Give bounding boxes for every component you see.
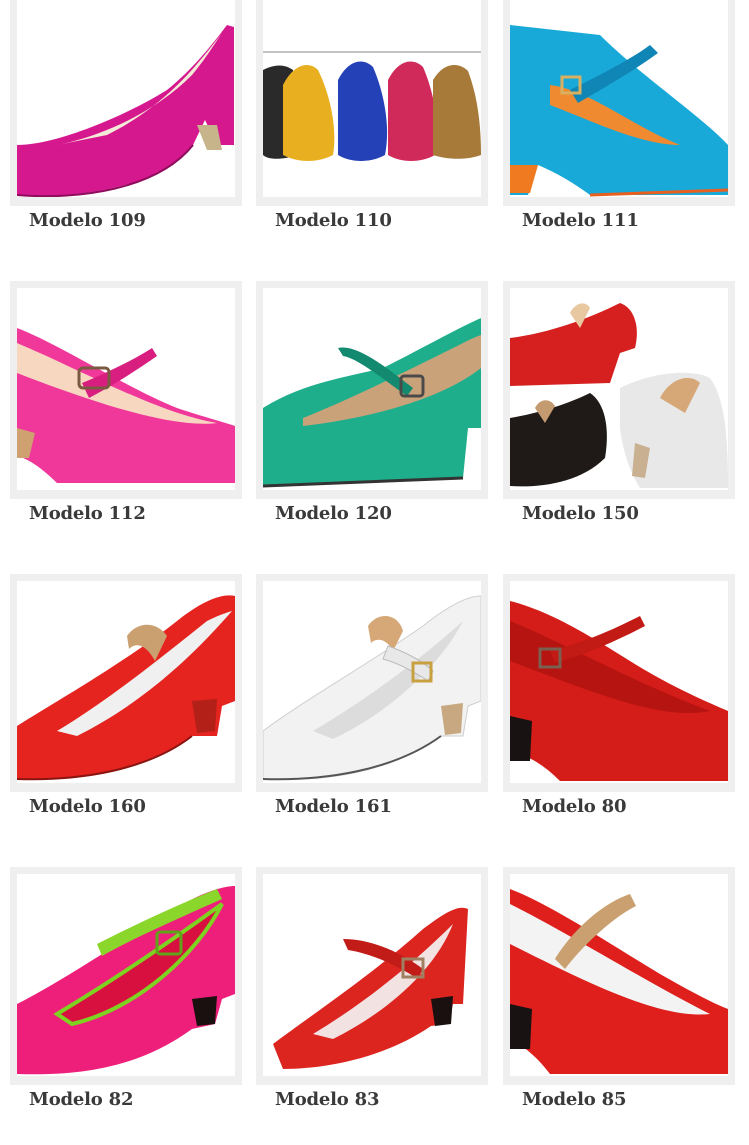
- pink-court-shoe-image: [17, 25, 234, 197]
- product-card-80[interactable]: Modelo 80: [503, 574, 735, 844]
- product-name[interactable]: Modelo 150: [522, 503, 639, 524]
- product-name[interactable]: Modelo 160: [29, 796, 146, 817]
- product-card-161[interactable]: Modelo 161: [256, 574, 488, 844]
- product-name[interactable]: Modelo 111: [522, 210, 639, 231]
- red-elastic-shoe-image: [510, 889, 728, 1074]
- product-photo[interactable]: [510, 288, 728, 490]
- product-image-frame[interactable]: [256, 574, 488, 792]
- product-photo[interactable]: [510, 0, 728, 197]
- product-card-111[interactable]: Modelo 111: [503, 0, 735, 258]
- product-name[interactable]: Modelo 120: [275, 503, 392, 524]
- product-image-frame[interactable]: [256, 0, 488, 206]
- product-image-frame[interactable]: [10, 281, 242, 499]
- product-image-frame[interactable]: [503, 281, 735, 499]
- product-name[interactable]: Modelo 80: [522, 796, 627, 817]
- product-photo[interactable]: [263, 874, 481, 1076]
- product-card-110[interactable]: Modelo 110: [256, 0, 488, 258]
- product-image-frame[interactable]: [503, 867, 735, 1085]
- product-photo[interactable]: [17, 288, 235, 490]
- product-photo[interactable]: [263, 288, 481, 490]
- product-grid: Modelo 109 Modelo 110 Modelo 111 Modelo …: [0, 0, 749, 1145]
- white-strap-shoe-image: [263, 595, 481, 781]
- red-black-white-elastic-shoes-image: [510, 303, 728, 488]
- multicolor-shoes-image: [263, 51, 481, 161]
- product-image-frame[interactable]: [256, 867, 488, 1085]
- green-strap-shoe-image: [263, 318, 481, 488]
- turquoise-strap-shoe-image: [510, 25, 728, 197]
- product-photo[interactable]: [17, 581, 235, 783]
- pink-green-strap-shoe-image: [17, 886, 235, 1075]
- product-image-frame[interactable]: [503, 574, 735, 792]
- product-name[interactable]: Modelo 83: [275, 1089, 380, 1110]
- product-photo[interactable]: [17, 874, 235, 1076]
- product-card-82[interactable]: Modelo 82: [10, 867, 242, 1137]
- product-card-85[interactable]: Modelo 85: [503, 867, 735, 1137]
- product-image-frame[interactable]: [503, 0, 735, 206]
- product-photo[interactable]: [510, 581, 728, 783]
- product-name[interactable]: Modelo 85: [522, 1089, 627, 1110]
- product-photo[interactable]: [17, 0, 235, 197]
- product-name[interactable]: Modelo 82: [29, 1089, 134, 1110]
- product-name[interactable]: Modelo 161: [275, 796, 392, 817]
- product-card-83[interactable]: Modelo 83: [256, 867, 488, 1137]
- product-card-120[interactable]: Modelo 120: [256, 281, 488, 551]
- product-name[interactable]: Modelo 110: [275, 210, 392, 231]
- red-elastic-shoe-image: [17, 595, 235, 781]
- product-card-109[interactable]: Modelo 109: [10, 0, 242, 258]
- product-image-frame[interactable]: [256, 281, 488, 499]
- product-photo[interactable]: [263, 581, 481, 783]
- product-image-frame[interactable]: [10, 574, 242, 792]
- product-card-160[interactable]: Modelo 160: [10, 574, 242, 844]
- product-card-112[interactable]: Modelo 112: [10, 281, 242, 551]
- product-card-150[interactable]: Modelo 150: [503, 281, 735, 551]
- red-strap-shoe-image: [273, 907, 468, 1069]
- product-image-frame[interactable]: [10, 0, 242, 206]
- product-name[interactable]: Modelo 112: [29, 503, 146, 524]
- product-photo[interactable]: [263, 0, 481, 197]
- pink-strap-shoe-image: [17, 328, 235, 483]
- product-name[interactable]: Modelo 109: [29, 210, 146, 231]
- product-photo[interactable]: [510, 874, 728, 1076]
- product-image-frame[interactable]: [10, 867, 242, 1085]
- red-strap-shoe-image: [510, 601, 728, 781]
